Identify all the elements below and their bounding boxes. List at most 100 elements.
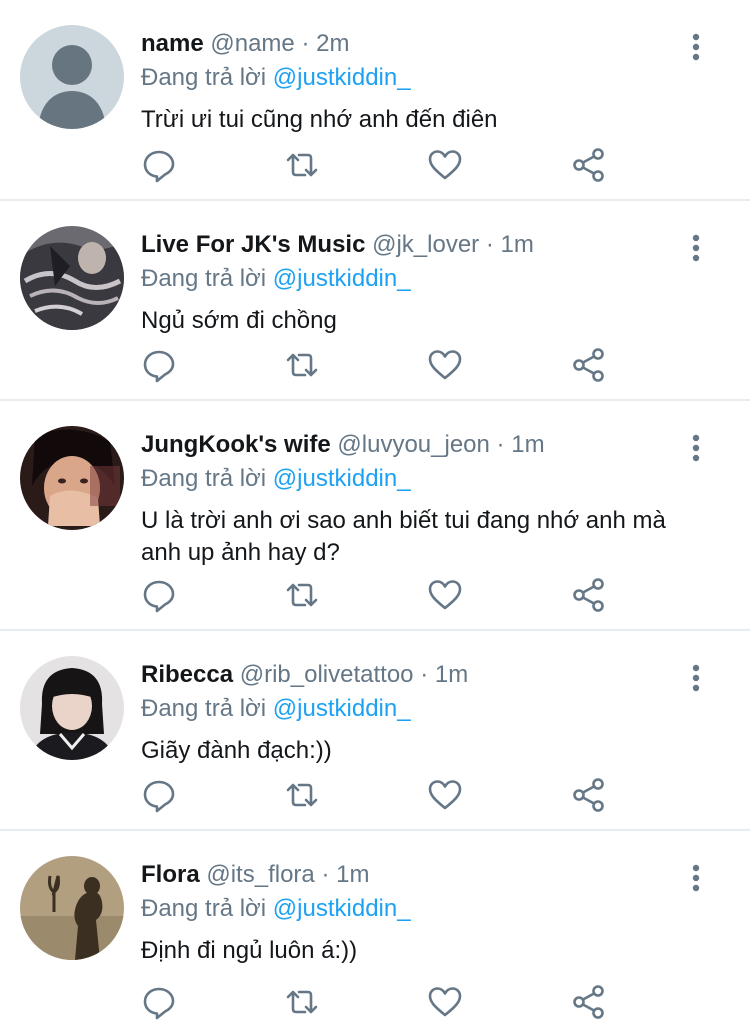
reply-mention-link[interactable]: @justkiddin_ <box>273 465 411 492</box>
avatar[interactable] <box>20 426 124 530</box>
timestamp[interactable]: 1m <box>336 861 369 888</box>
separator-dot: · <box>321 861 330 888</box>
like-button[interactable] <box>427 147 463 183</box>
more-options-button[interactable] <box>686 663 706 693</box>
user-handle[interactable]: @its_flora <box>206 861 314 888</box>
more-options-icon <box>692 434 700 462</box>
user-handle[interactable]: @luvyou_jeon <box>337 431 489 458</box>
retweet-button[interactable] <box>284 147 320 183</box>
share-button[interactable] <box>571 147 607 183</box>
reply-mention-link[interactable]: @justkiddin_ <box>273 895 411 922</box>
user-handle[interactable]: @name <box>210 30 294 57</box>
like-button[interactable] <box>427 347 463 383</box>
separator-dot: · <box>420 661 429 688</box>
retweet-button[interactable] <box>284 984 320 1020</box>
reply-button[interactable] <box>141 147 177 183</box>
replying-to: Đang trả lời @justkiddin_ <box>141 62 690 94</box>
avatar[interactable] <box>20 226 124 330</box>
like-icon <box>428 780 462 810</box>
more-options-button[interactable] <box>686 433 706 463</box>
photo-avatar-icon <box>20 226 124 330</box>
more-options-button[interactable] <box>686 863 706 893</box>
retweet-button[interactable] <box>284 577 320 613</box>
reply-icon <box>143 780 175 813</box>
like-button[interactable] <box>427 777 463 813</box>
reply-icon <box>143 150 175 183</box>
more-options-icon <box>692 864 700 892</box>
tweet-text: Giãy đành đạch:)) <box>141 737 332 764</box>
timestamp[interactable]: 1m <box>435 661 468 688</box>
tweet[interactable]: Flora @its_flora · 1m Đang trả lời @just… <box>0 831 750 1028</box>
tweet[interactable]: name @name · 2m Đang trả lời @justkiddin… <box>0 0 750 201</box>
display-name[interactable]: Live For JK's Music <box>141 231 365 258</box>
replying-to: Đang trả lời @justkiddin_ <box>141 893 690 925</box>
user-handle[interactable]: @jk_lover <box>372 231 479 258</box>
reply-mention-link[interactable]: @justkiddin_ <box>273 265 411 292</box>
photo-avatar-icon <box>20 856 124 960</box>
timestamp[interactable]: 2m <box>316 30 349 57</box>
reply-mention-link[interactable]: @justkiddin_ <box>273 64 411 91</box>
photo-avatar-icon <box>20 656 124 760</box>
avatar[interactable] <box>20 25 124 129</box>
avatar[interactable] <box>20 856 124 960</box>
more-options-button[interactable] <box>686 32 706 62</box>
retweet-icon <box>286 583 318 607</box>
display-name[interactable]: name <box>141 30 204 57</box>
display-name[interactable]: JungKook's wife <box>141 431 331 458</box>
tweet-text: Ngủ sớm đi chồng <box>141 307 337 334</box>
user-handle[interactable]: @rib_olivetattoo <box>240 661 414 688</box>
tweet-content: name @name · 2m Đang trả lời @justkiddin… <box>141 28 690 136</box>
share-button[interactable] <box>571 347 607 383</box>
tweet-content: Flora @its_flora · 1m Đang trả lời @just… <box>141 859 690 967</box>
reply-prefix: Đang trả lời <box>141 695 267 722</box>
tweet[interactable]: JungKook's wife @luvyou_jeon · 1m Đang t… <box>0 401 750 631</box>
reply-prefix: Đang trả lời <box>141 64 267 91</box>
tweet-header: name @name · 2m <box>141 28 690 60</box>
photo-avatar-icon <box>20 426 124 530</box>
timestamp[interactable]: 1m <box>511 431 544 458</box>
reply-button[interactable] <box>141 347 177 383</box>
more-options-icon <box>692 664 700 692</box>
share-icon <box>573 985 604 1019</box>
tweet-header: Live For JK's Music @jk_lover · 1m <box>141 229 690 261</box>
share-button[interactable] <box>571 577 607 613</box>
retweet-icon <box>286 353 318 377</box>
tweet-text: Trừi ưi tui cũng nhớ anh đến điên <box>141 106 498 133</box>
share-button[interactable] <box>571 984 607 1020</box>
retweet-icon <box>286 783 318 807</box>
share-icon <box>573 578 604 612</box>
reply-button[interactable] <box>141 984 177 1020</box>
more-options-button[interactable] <box>686 233 706 263</box>
timestamp[interactable]: 1m <box>501 231 534 258</box>
retweet-button[interactable] <box>284 777 320 813</box>
tweet[interactable]: Live For JK's Music @jk_lover · 1m Đang … <box>0 201 750 401</box>
reply-button[interactable] <box>141 577 177 613</box>
tweet-actions <box>141 347 621 383</box>
reply-button[interactable] <box>141 777 177 813</box>
tweet-header: Ribecca @rib_olivetattoo · 1m <box>141 659 690 691</box>
like-button[interactable] <box>427 577 463 613</box>
tweet-content: JungKook's wife @luvyou_jeon · 1m Đang t… <box>141 429 690 569</box>
tweet[interactable]: Ribecca @rib_olivetattoo · 1m Đang trả l… <box>0 631 750 831</box>
display-name[interactable]: Ribecca <box>141 661 233 688</box>
avatar[interactable] <box>20 656 124 760</box>
display-name[interactable]: Flora <box>141 861 200 888</box>
reply-mention-link[interactable]: @justkiddin_ <box>273 695 411 722</box>
like-icon <box>428 350 462 380</box>
tweet-actions <box>141 577 621 613</box>
reply-prefix: Đang trả lời <box>141 265 267 292</box>
reply-icon <box>143 350 175 383</box>
separator-dot: · <box>485 231 494 258</box>
like-button[interactable] <box>427 984 463 1020</box>
more-options-icon <box>692 234 700 262</box>
like-icon <box>428 987 462 1017</box>
share-button[interactable] <box>571 777 607 813</box>
replying-to: Đang trả lời @justkiddin_ <box>141 463 690 495</box>
retweet-button[interactable] <box>284 347 320 383</box>
tweet-content: Ribecca @rib_olivetattoo · 1m Đang trả l… <box>141 659 690 767</box>
tweet-actions <box>141 984 621 1020</box>
replying-to: Đang trả lời @justkiddin_ <box>141 263 690 295</box>
retweet-icon <box>286 153 318 177</box>
reply-feed: name @name · 2m Đang trả lời @justkiddin… <box>0 0 750 1028</box>
tweet-text: Định đi ngủ luôn á:)) <box>141 937 358 964</box>
